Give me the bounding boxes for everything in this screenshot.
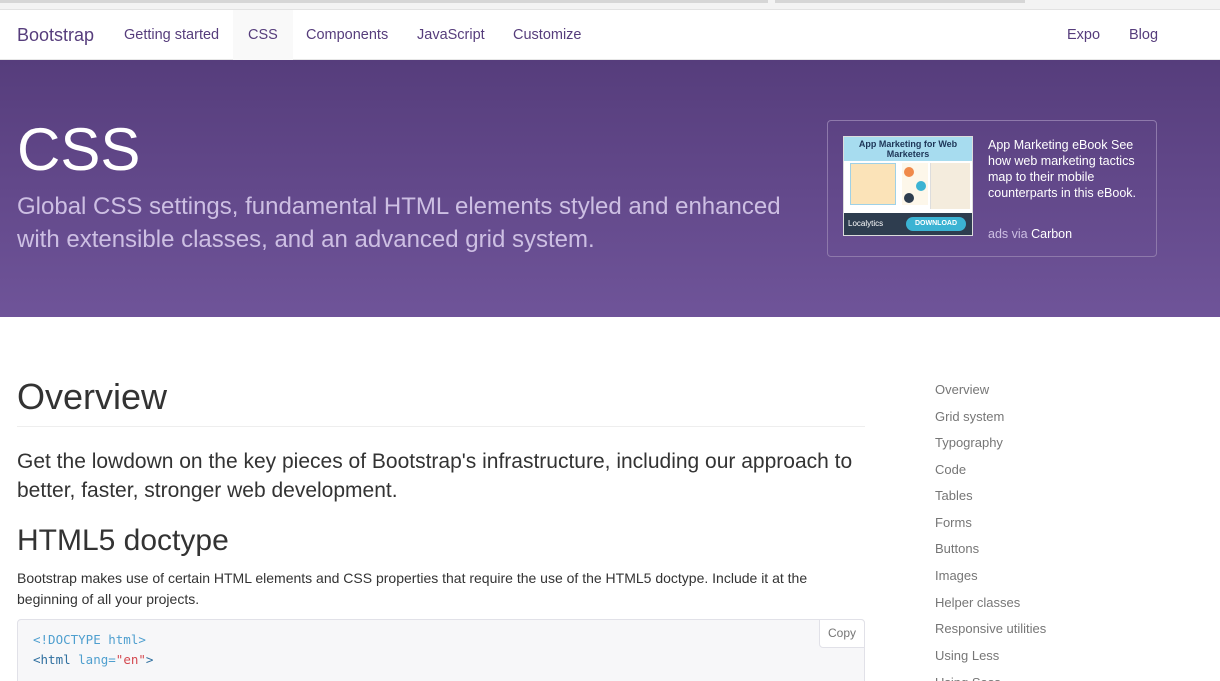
ad-via: ads via Carbon	[988, 226, 1072, 242]
ad-image-doc	[930, 163, 970, 209]
page-header-hero: CSS Global CSS settings, fundamental HTM…	[0, 60, 1220, 317]
ad-image-footer: Localytics DOWNLOAD	[844, 213, 972, 235]
browser-top-strip	[0, 0, 1220, 10]
sidebar-item-buttons[interactable]: Buttons	[935, 539, 979, 559]
sidebar-item-code[interactable]: Code	[935, 460, 966, 480]
nav-customize[interactable]: Customize	[498, 10, 597, 60]
overview-lead: Get the lowdown on the key pieces of Boo…	[17, 450, 853, 502]
sidebar-item-responsive-utilities[interactable]: Responsive utilities	[935, 619, 1046, 639]
nav-getting-started[interactable]: Getting started	[109, 10, 234, 60]
sidebar-item-overview[interactable]: Overview	[935, 380, 989, 400]
overview-heading: Overview	[17, 376, 168, 417]
sidebar-item-images[interactable]: Images	[935, 566, 978, 586]
browser-tab-strip-right	[775, 0, 1025, 3]
code-block: <!DOCTYPE html> <html lang="en"> ... Cop…	[17, 619, 865, 681]
nav-blog[interactable]: Blog	[1114, 10, 1173, 60]
sidebar-item-grid-system[interactable]: Grid system	[935, 407, 1004, 427]
hero-subtitle: Global CSS settings, fundamental HTML el…	[17, 193, 781, 253]
html5-doctype-heading: HTML5 doctype	[17, 524, 229, 557]
code-attr: lang=	[78, 652, 116, 667]
nav-javascript[interactable]: JavaScript	[402, 10, 500, 60]
copy-button[interactable]: Copy	[818, 619, 865, 648]
brand-link[interactable]: Bootstrap	[17, 10, 94, 60]
ad-image-title: App Marketing for Web Marketers	[844, 137, 972, 161]
browser-tab-strip	[0, 0, 768, 3]
ad-image-dot	[904, 167, 914, 177]
sidebar-item-forms[interactable]: Forms	[935, 513, 972, 533]
code-doctype: <!DOCTYPE html>	[33, 632, 146, 647]
hero-title: CSS	[17, 116, 141, 183]
nav-css[interactable]: CSS	[233, 10, 293, 60]
ad-via-prefix: ads via	[988, 227, 1032, 241]
top-navbar: Bootstrap Getting started CSS Components…	[0, 10, 1220, 60]
nav-expo[interactable]: Expo	[1052, 10, 1115, 60]
sidebar-item-tables[interactable]: Tables	[935, 486, 973, 506]
carbon-link[interactable]: Carbon	[1031, 227, 1072, 241]
ad-image-dot	[904, 193, 914, 203]
sidebar-item-using-sass[interactable]: Using Sass	[935, 673, 1001, 681]
sidebar-item-typography[interactable]: Typography	[935, 433, 1003, 453]
carbon-ad: App Marketing for Web Marketers Localyti…	[827, 120, 1157, 257]
code-content: <!DOCTYPE html> <html lang="en"> ...	[33, 630, 153, 681]
ad-text-link[interactable]: App Marketing eBook See how web marketin…	[988, 137, 1148, 201]
code-tag-open: <html	[33, 652, 79, 667]
code-ellipsis: ...	[33, 672, 71, 681]
ad-image-doc	[850, 163, 896, 205]
sidebar-item-helper-classes[interactable]: Helper classes	[935, 593, 1020, 613]
ad-download-button: DOWNLOAD	[906, 217, 966, 231]
html5-doctype-text: Bootstrap makes use of certain HTML elem…	[17, 570, 808, 607]
ad-image[interactable]: App Marketing for Web Marketers Localyti…	[843, 136, 973, 236]
sidebar-item-using-less[interactable]: Using Less	[935, 646, 999, 666]
heading-divider	[17, 426, 865, 427]
nav-components[interactable]: Components	[291, 10, 403, 60]
code-tag-close: >	[145, 652, 154, 667]
ad-image-dot	[916, 181, 926, 191]
code-attr-value: "en"	[115, 652, 146, 667]
ad-image-brand: Localytics	[848, 219, 884, 228]
